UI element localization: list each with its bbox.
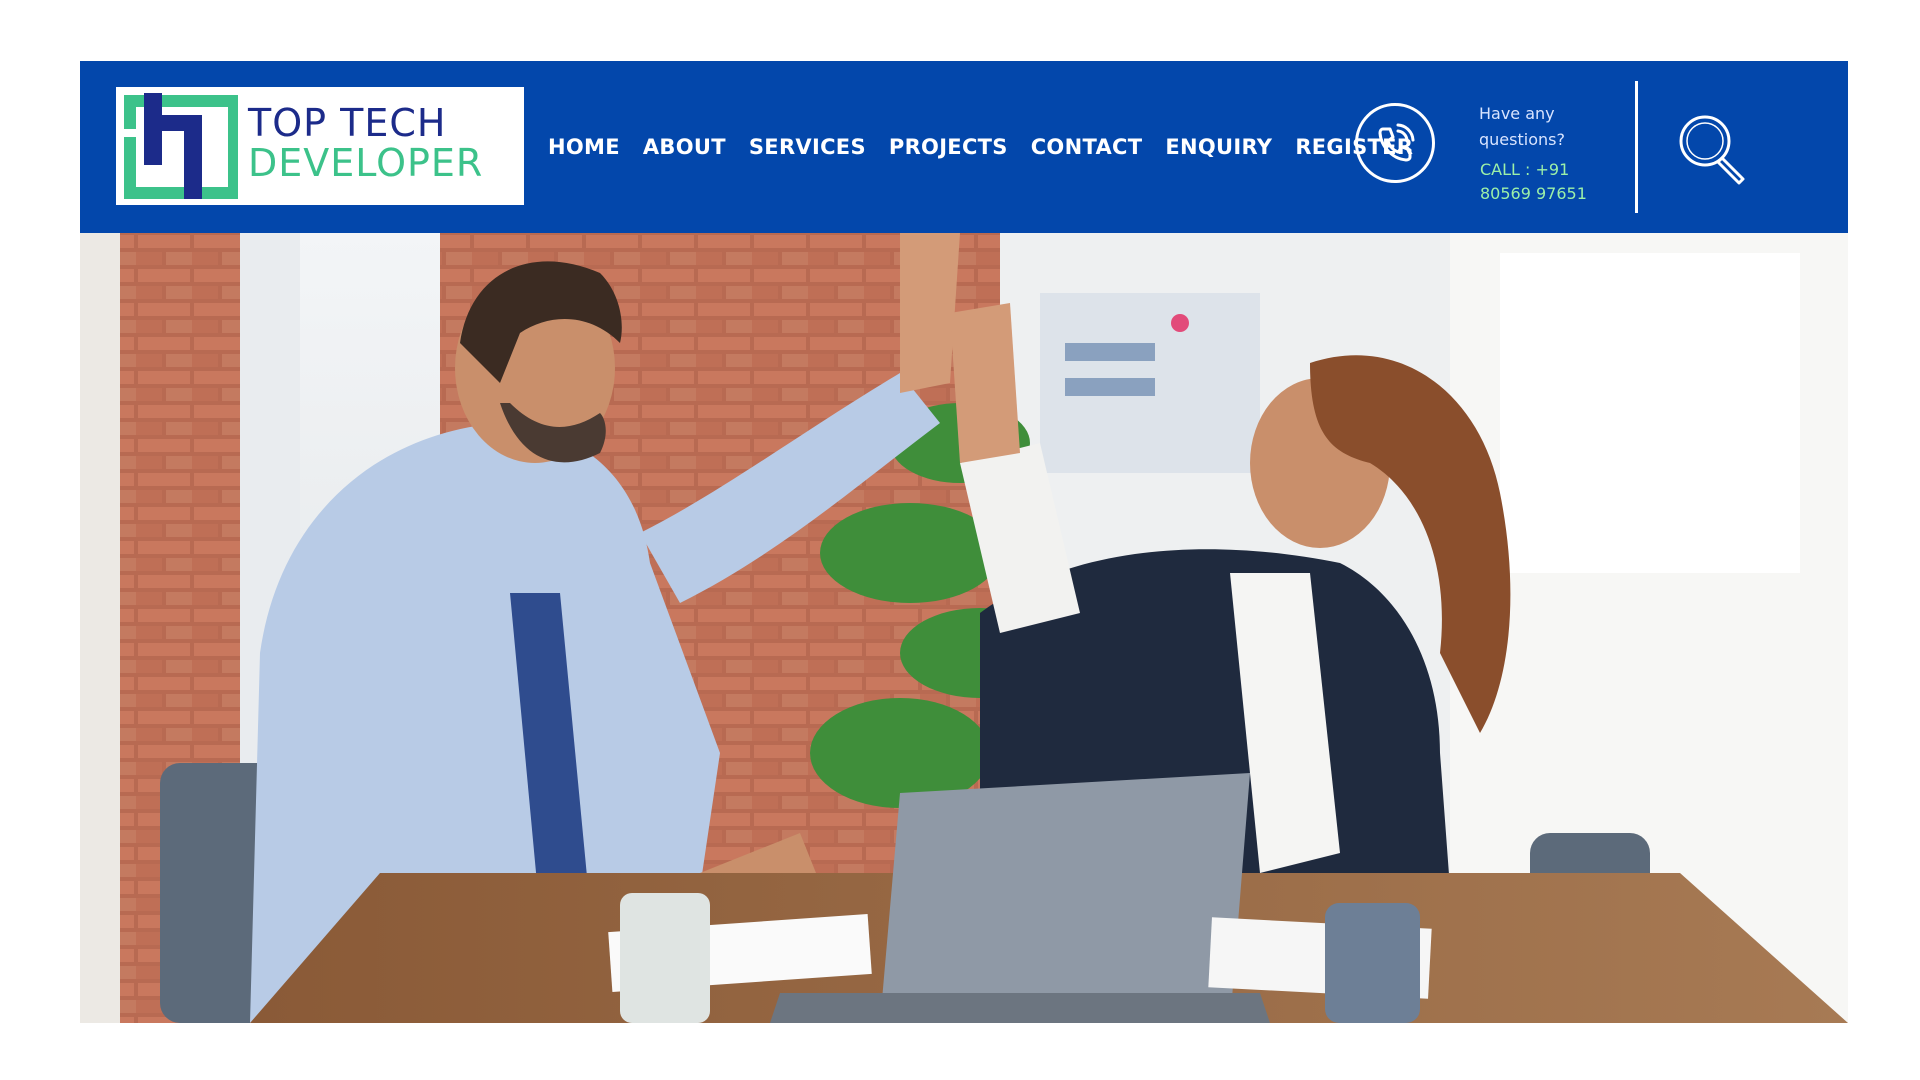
- nav-item-projects[interactable]: PROJECTS: [889, 135, 1008, 159]
- phone-icon: [1378, 123, 1415, 162]
- nav-item-home[interactable]: HOME: [548, 135, 620, 159]
- page-frame: TOP TECH DEVELOPER HOME ABOUT SERVICES P…: [80, 61, 1848, 1023]
- contact-phone[interactable]: CALL : +91 80569 97651: [1480, 158, 1630, 206]
- logo-mark-icon: [122, 93, 238, 199]
- nav-item-about[interactable]: ABOUT: [643, 135, 726, 159]
- nav-item-enquiry[interactable]: ENQUIRY: [1165, 135, 1272, 159]
- hero-image: [80, 233, 1848, 1023]
- header-divider: [1635, 81, 1638, 213]
- search-icon[interactable]: [1673, 109, 1751, 187]
- nav-item-contact[interactable]: CONTACT: [1031, 135, 1143, 159]
- logo-text-line1: TOP TECH: [248, 101, 447, 145]
- site-logo[interactable]: TOP TECH DEVELOPER: [116, 87, 524, 205]
- hero-photo-illustration: [80, 233, 1848, 1023]
- call-number: 80569 97651: [1480, 184, 1587, 203]
- contact-question-text: Have any questions?: [1479, 104, 1565, 149]
- main-nav: HOME ABOUT SERVICES PROJECTS CONTACT ENQ…: [548, 129, 1436, 165]
- site-header: TOP TECH DEVELOPER HOME ABOUT SERVICES P…: [80, 61, 1848, 233]
- call-button[interactable]: [1355, 103, 1435, 183]
- call-label: CALL : +91: [1480, 160, 1570, 179]
- logo-text-line2: DEVELOPER: [248, 141, 484, 185]
- nav-item-services[interactable]: SERVICES: [749, 135, 866, 159]
